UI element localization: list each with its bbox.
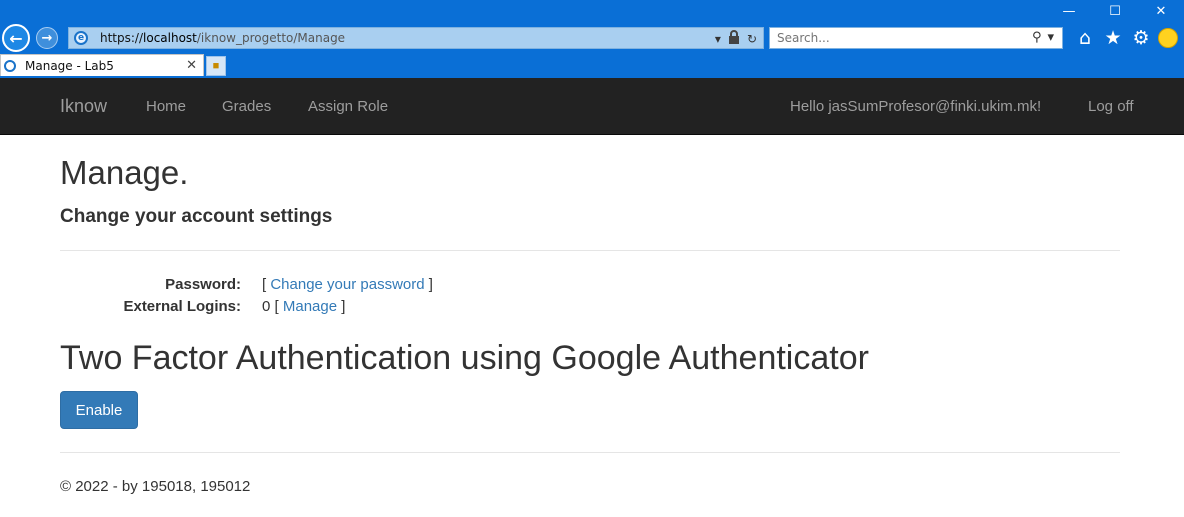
nav-logoff[interactable]: Log off xyxy=(1088,98,1134,115)
bracket-close: ] xyxy=(337,298,346,315)
bracket-close: ] xyxy=(424,276,433,293)
site-navbar: Iknow Home Grades Assign Role Hello jasS… xyxy=(0,78,1184,135)
minimize-icon[interactable]: — xyxy=(1046,0,1092,22)
password-value: [ Change your password ] xyxy=(262,276,433,293)
forward-arrow-icon[interactable]: → xyxy=(36,27,58,49)
nav-link-assign-role[interactable]: Assign Role xyxy=(308,98,388,115)
address-bar[interactable]: e https://localhost/iknow_progetto/Manag… xyxy=(68,27,764,49)
page-subtitle: Change your account settings xyxy=(60,206,333,227)
external-logins-value: 0 [ Manage ] xyxy=(262,298,345,315)
url-domain: localhost xyxy=(143,31,197,45)
two-factor-heading: Two Factor Authentication using Google A… xyxy=(60,339,869,377)
browser-toolbar-icons: ⌂ ★ ⚙ xyxy=(1074,26,1178,50)
url-text[interactable]: https://localhost/iknow_progetto/Manage xyxy=(100,31,345,45)
ie-page-icon: e xyxy=(74,31,88,45)
nav-user-greeting[interactable]: Hello jasSumProfesor@finki.ukim.mk! xyxy=(790,98,1041,115)
ie-tab-icon xyxy=(4,59,16,72)
setting-row-password: Password: [ Change your password ] xyxy=(60,276,560,296)
nav-link-grades[interactable]: Grades xyxy=(222,98,271,115)
home-icon[interactable]: ⌂ xyxy=(1074,26,1096,50)
password-label: Password: xyxy=(165,276,241,293)
dropdown-icon[interactable]: ▾ xyxy=(715,32,721,46)
enable-button[interactable]: Enable xyxy=(60,391,138,429)
new-tab-icon[interactable]: ■ xyxy=(206,56,226,76)
page-title: Manage. xyxy=(60,154,189,191)
search-icon[interactable]: ⚲ xyxy=(1032,30,1042,45)
back-arrow-icon[interactable]: ← xyxy=(2,24,30,52)
star-icon[interactable]: ★ xyxy=(1102,26,1124,50)
url-path: /iknow_progetto/Manage xyxy=(196,31,346,45)
bracket-open: [ xyxy=(270,298,283,315)
gear-icon[interactable]: ⚙ xyxy=(1130,26,1152,50)
close-window-icon[interactable]: ✕ xyxy=(1138,0,1184,22)
navbar-brand[interactable]: Iknow xyxy=(60,96,107,117)
setting-row-external-logins: External Logins: 0 [ Manage ] xyxy=(60,298,560,318)
lock-icon[interactable] xyxy=(728,30,740,47)
nav-link-home[interactable]: Home xyxy=(146,98,186,115)
search-input[interactable] xyxy=(770,31,1010,45)
manage-logins-link[interactable]: Manage xyxy=(283,298,337,315)
search-dropdown-icon[interactable]: ▾ xyxy=(1047,30,1054,45)
browser-chrome: — ☐ ✕ ← → e https://localhost/iknow_prog… xyxy=(0,0,1184,78)
tab-title: Manage - Lab5 xyxy=(25,58,114,73)
browser-tab-active[interactable]: Manage - Lab5 ✕ xyxy=(0,54,204,76)
refresh-icon[interactable]: ↻ xyxy=(747,32,757,46)
maximize-icon[interactable]: ☐ xyxy=(1092,0,1138,22)
divider xyxy=(60,250,1120,251)
footer-text: © 2022 - by 195018, 195012 xyxy=(60,478,251,495)
smiley-icon[interactable] xyxy=(1158,28,1178,48)
url-protocol: https:// xyxy=(100,31,144,45)
external-logins-label: External Logins: xyxy=(123,298,241,315)
window-controls: — ☐ ✕ xyxy=(1046,0,1184,22)
footer-divider xyxy=(60,452,1120,453)
search-tools: ⚲ ▾ xyxy=(1032,30,1054,45)
search-box[interactable]: ⚲ ▾ xyxy=(769,27,1063,49)
tab-close-icon[interactable]: ✕ xyxy=(186,58,197,73)
address-tools: ▾ ↻ xyxy=(715,30,757,47)
change-password-link[interactable]: Change your password xyxy=(270,276,424,293)
